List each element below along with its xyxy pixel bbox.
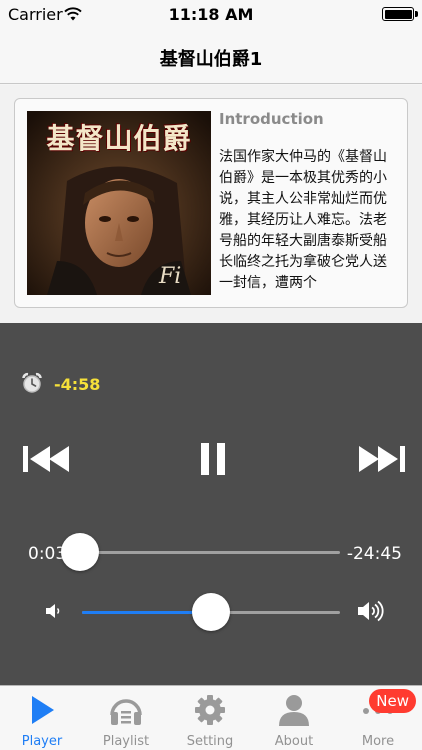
- new-badge: New: [369, 689, 416, 713]
- volume-low-icon: [46, 604, 60, 618]
- tab-label: More: [361, 734, 395, 749]
- pause-button[interactable]: [193, 439, 233, 479]
- tab-player[interactable]: Player: [0, 686, 84, 750]
- next-track-button[interactable]: [356, 439, 408, 479]
- tab-setting[interactable]: Setting: [168, 686, 252, 750]
- pause-icon: [201, 443, 225, 475]
- nav-bar: 基督山伯爵1: [0, 28, 422, 84]
- tab-playlist[interactable]: Playlist: [84, 686, 168, 750]
- intro-card: Fi 基督山伯爵 Introduction 法国作家大仲马的《基督山伯爵》是一本…: [14, 98, 408, 308]
- intro-section: Fi 基督山伯爵 Introduction 法国作家大仲马的《基督山伯爵》是一本…: [0, 85, 422, 323]
- progress-slider-track[interactable]: [80, 551, 340, 554]
- headphones-icon: [110, 699, 142, 725]
- book-cover-image: Fi 基督山伯爵: [27, 111, 211, 295]
- volume-slider-thumb[interactable]: [192, 593, 230, 631]
- tab-label: Player: [21, 734, 63, 749]
- play-icon: [32, 696, 54, 724]
- tab-more[interactable]: More New: [336, 686, 420, 750]
- svg-text:Fi: Fi: [158, 264, 181, 289]
- status-time: 11:18 AM: [168, 5, 254, 24]
- tab-bar: Player Playlist Setting About More New: [0, 685, 422, 750]
- player-panel: -4:58 0:03 -24:45: [0, 323, 422, 685]
- sleep-timer-countdown: -4:58: [54, 375, 101, 394]
- volume-high-icon: [358, 600, 384, 622]
- person-icon: [279, 695, 309, 726]
- battery-tip: [415, 11, 418, 17]
- tab-about[interactable]: About: [252, 686, 336, 750]
- tab-label: About: [274, 734, 314, 749]
- battery-icon: [382, 7, 414, 21]
- previous-track-button[interactable]: [20, 439, 72, 479]
- page-title: 基督山伯爵1: [159, 49, 263, 70]
- cover-title: 基督山伯爵: [46, 122, 192, 155]
- status-bar: Carrier 11:18 AM: [0, 0, 422, 28]
- tab-label: Playlist: [102, 734, 150, 749]
- intro-heading: Introduction: [219, 110, 324, 128]
- progress-slider-thumb[interactable]: [61, 533, 99, 571]
- tab-label: Setting: [186, 734, 234, 749]
- gear-icon: [195, 695, 225, 725]
- skip-back-icon: [23, 446, 69, 472]
- remaining-time: -24:45: [346, 544, 402, 564]
- skip-forward-icon: [359, 446, 405, 472]
- intro-text[interactable]: 法国作家大仲马的《基督山伯爵》是一本极其优秀的小说，其主人公非常灿烂而优雅，其经…: [219, 147, 399, 294]
- alarm-clock-icon[interactable]: [21, 372, 43, 394]
